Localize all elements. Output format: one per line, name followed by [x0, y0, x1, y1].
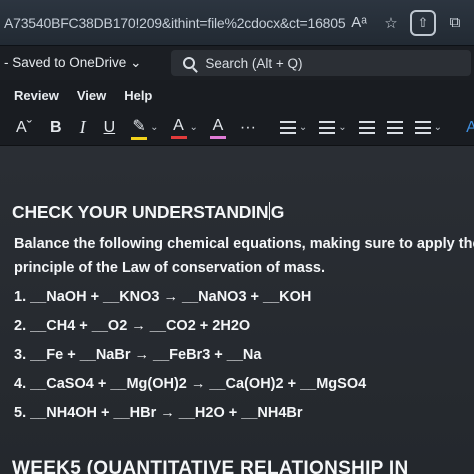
increase-indent-icon [386, 121, 403, 134]
italic-button[interactable]: I [80, 117, 86, 138]
bullet-list-icon [279, 121, 296, 134]
font-color-icon: A [170, 117, 187, 139]
decrease-indent-icon [358, 121, 375, 134]
tab-view[interactable]: View [77, 88, 106, 103]
equation-item: 1. __NaOH + __KNO3 → __NaNO3 + __KOH [14, 289, 312, 305]
search-box[interactable]: Search (Alt + Q) [171, 50, 472, 76]
search-placeholder: Search (Alt + Q) [205, 55, 303, 71]
instruction-line-1: Balance the following chemical equations… [14, 236, 474, 252]
read-aloud-icon[interactable]: Aᵃ [346, 10, 372, 36]
numbering-button[interactable]: ⌄ [319, 121, 347, 134]
browser-address-bar: A73540BFC38DB170!209&ithint=file%2cdocx&… [0, 0, 474, 46]
highlighter-icon: ✎ [131, 116, 148, 140]
document-page[interactable]: CHECK YOUR UNDERSTANDIN G Balance the fol… [0, 146, 474, 474]
chevron-down-icon: ⌄ [150, 122, 159, 133]
styles-icon: A [466, 118, 474, 136]
bullets-button[interactable]: ⌄ [279, 121, 308, 134]
word-title-bar: - Saved to OneDrive ⌄ Search (Alt + Q) [0, 46, 474, 80]
equation-item: 5. __NH4OH + __HBr → __H2O + __NH4Br [14, 405, 303, 421]
tab-review[interactable]: Review [14, 88, 59, 103]
bold-button[interactable]: B [50, 119, 62, 137]
align-button[interactable]: ⌄ [414, 121, 443, 134]
extensions-icon[interactable]: ⇧ [410, 9, 436, 36]
chevron-down-icon: ⌄ [189, 122, 198, 133]
url-field[interactable]: A73540BFC38DB170!209&ithint=file%2cdocx&… [4, 15, 346, 31]
decrease-indent-button[interactable] [358, 121, 375, 134]
favorites-star-icon[interactable]: ☆ [378, 10, 404, 36]
tab-help[interactable]: Help [124, 88, 152, 103]
equation-item: 3. __Fe + __NaBr → __FeBr3 + __Na [14, 347, 262, 363]
clear-formatting-icon: A [209, 117, 226, 139]
next-section-heading: WEEK5 (QUANTITATIVE RELATIONSHIP IN [12, 458, 409, 474]
heading-text-part1: CHECK YOUR UNDERSTANDIN [12, 202, 269, 222]
equation-item: 2. __CH4 + __O2 → __CO2 + 2H2O [14, 318, 251, 334]
heading-text-part2: G [270, 202, 285, 222]
font-color-button[interactable]: A ⌄ [170, 117, 198, 139]
numbered-list-icon [319, 121, 336, 134]
increase-indent-button[interactable] [386, 121, 403, 134]
ribbon-tabs: Review View Help [0, 80, 474, 110]
font-size-button[interactable]: Aˇ [16, 119, 32, 137]
more-options-button[interactable]: ··· [240, 119, 256, 137]
section-heading: CHECK YOUR UNDERSTANDIN G [12, 202, 284, 223]
clear-formatting-button[interactable]: A [209, 117, 226, 139]
instruction-line-2: principle of the Law of conservation of … [14, 260, 325, 276]
saved-status-label: - Saved to OneDrive [4, 55, 127, 70]
underline-button[interactable]: U [104, 119, 116, 137]
chevron-down-icon: ⌄ [338, 122, 347, 133]
ribbon-toolbar: Aˇ B I U ✎ ⌄ A ⌄ A ··· ⌄ ⌄ ⌄ A [0, 110, 474, 146]
chevron-down-icon: ⌄ [433, 122, 443, 133]
saved-status[interactable]: - Saved to OneDrive ⌄ [4, 55, 141, 71]
highlight-button[interactable]: ✎ ⌄ [131, 116, 159, 140]
chevron-down-icon: ⌄ [126, 55, 142, 70]
collections-icon[interactable]: ⧉ [442, 10, 468, 36]
equation-item: 4. __CaSO4 + __Mg(OH)2 → __Ca(OH)2 + __M… [14, 376, 367, 392]
chevron-down-icon: ⌄ [298, 122, 308, 133]
styles-button[interactable]: A [466, 119, 474, 137]
search-icon [183, 57, 196, 69]
align-left-icon [414, 121, 431, 134]
